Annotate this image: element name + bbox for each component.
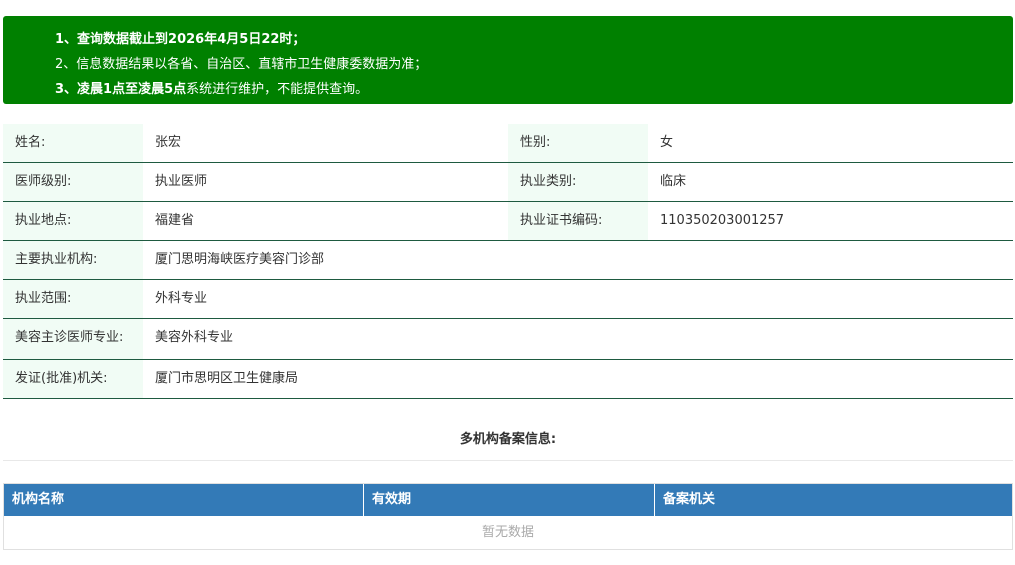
name-label: 姓名: xyxy=(3,124,143,162)
level-value: 执业医师 xyxy=(155,174,208,189)
info-row-authority: 发证(批准)机关: 厦门市思明区卫生健康局 xyxy=(3,360,1013,399)
column-header-org: 机构名称 xyxy=(4,484,364,516)
location-label: 执业地点: xyxy=(3,202,143,240)
level-label: 医师级别: xyxy=(3,163,143,201)
cosmetic-label: 美容主诊医师专业: xyxy=(3,319,143,359)
cert-value: 110350203001257 xyxy=(660,213,785,228)
notice-banner: 1、查询数据截止到2026年4月5日22时； 2、信息数据结果以各省、自治区、直… xyxy=(3,16,1013,104)
doctor-info-table: 姓名: 张宏 性别: 女 医师级别: 执业医师 执业类别: 临床 执业地点: 福… xyxy=(3,124,1013,399)
column-header-validity: 有效期 xyxy=(364,484,655,516)
column-header-authority: 备案机关 xyxy=(663,492,716,507)
category-value: 临床 xyxy=(660,174,687,189)
multi-org-title: 多机构备案信息: xyxy=(3,419,1013,461)
info-row-level: 医师级别: 执业医师 执业类别: 临床 xyxy=(3,163,1013,202)
info-row-org: 主要执业机构: 厦门思明海峡医疗美容门诊部 xyxy=(3,241,1013,280)
cert-label: 执业证书编码: xyxy=(508,202,648,240)
org-label: 主要执业机构: xyxy=(3,241,143,279)
info-row-cosmetic: 美容主诊医师专业: 美容外科专业 xyxy=(3,319,1013,360)
table-empty-message: 暂无数据 xyxy=(481,525,534,540)
info-row-scope: 执业范围: 外科专业 xyxy=(3,280,1013,319)
gender-value: 女 xyxy=(660,135,674,150)
authority-value: 厦门市思明区卫生健康局 xyxy=(155,371,299,386)
category-label: 执业类别: xyxy=(508,163,648,201)
org-value: 厦门思明海峡医疗美容门诊部 xyxy=(155,252,325,267)
table-header: 机构名称 有效期 备案机关 xyxy=(4,484,1012,516)
scope-value: 外科专业 xyxy=(155,291,208,306)
notice-line-2: 2、信息数据结果以各省、自治区、直辖市卫生健康委数据为准； xyxy=(55,57,428,72)
multi-org-table: 机构名称 有效期 备案机关 暂无数据 xyxy=(3,483,1013,550)
authority-label: 发证(批准)机关: xyxy=(3,360,143,398)
notice-line-3: 3、凌晨1点至凌晨5点系统进行维护，不能提供查询。 xyxy=(55,82,369,97)
gender-label: 性别: xyxy=(508,124,648,162)
name-value: 张宏 xyxy=(155,135,182,150)
info-row-location: 执业地点: 福建省 执业证书编码: 110350203001257 xyxy=(3,202,1013,241)
cosmetic-value: 美容外科专业 xyxy=(155,330,234,345)
info-row-name: 姓名: 张宏 性别: 女 xyxy=(3,124,1013,163)
notice-line-1: 1、查询数据截止到2026年4月5日22时； xyxy=(55,32,306,47)
scope-label: 执业范围: xyxy=(3,280,143,318)
location-value: 福建省 xyxy=(155,213,195,228)
